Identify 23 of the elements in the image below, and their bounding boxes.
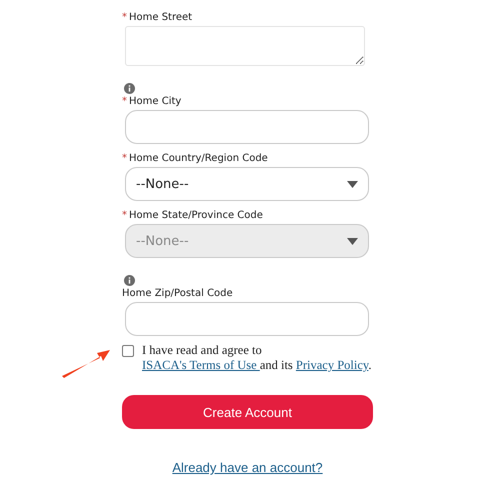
field-label: Home Street bbox=[129, 12, 192, 23]
dropdown[interactable]: --None-- bbox=[125, 167, 369, 201]
dropdown-caret-icon bbox=[347, 238, 358, 244]
terms-link[interactable]: ISACA's Terms of Use bbox=[142, 358, 260, 372]
info-icon[interactable] bbox=[124, 83, 135, 94]
login-link[interactable]: Already have an account? bbox=[172, 460, 323, 475]
required-mark: * bbox=[122, 96, 127, 107]
field-label: Home City bbox=[129, 96, 182, 107]
required-mark: * bbox=[122, 210, 127, 221]
input-field[interactable] bbox=[125, 302, 369, 336]
agreement-text: I have read and agree to ISACA's Terms of Use and its Privacy Policy. bbox=[142, 343, 372, 373]
arrow-annotation bbox=[60, 347, 112, 379]
info-icon[interactable] bbox=[124, 275, 135, 286]
create-account-button[interactable]: Create Account bbox=[122, 395, 373, 429]
input-field[interactable] bbox=[125, 110, 369, 144]
field-label: Home State/Province Code bbox=[129, 210, 263, 221]
dropdown-caret-icon bbox=[347, 180, 358, 188]
field-label: Home Country/Region Code bbox=[129, 153, 268, 164]
required-mark: * bbox=[122, 12, 127, 23]
terms-link[interactable]: Privacy Policy bbox=[296, 358, 368, 372]
required-mark: * bbox=[122, 153, 127, 164]
checkbox[interactable] bbox=[122, 345, 134, 357]
field-label: Home Zip/Postal Code bbox=[122, 288, 233, 299]
